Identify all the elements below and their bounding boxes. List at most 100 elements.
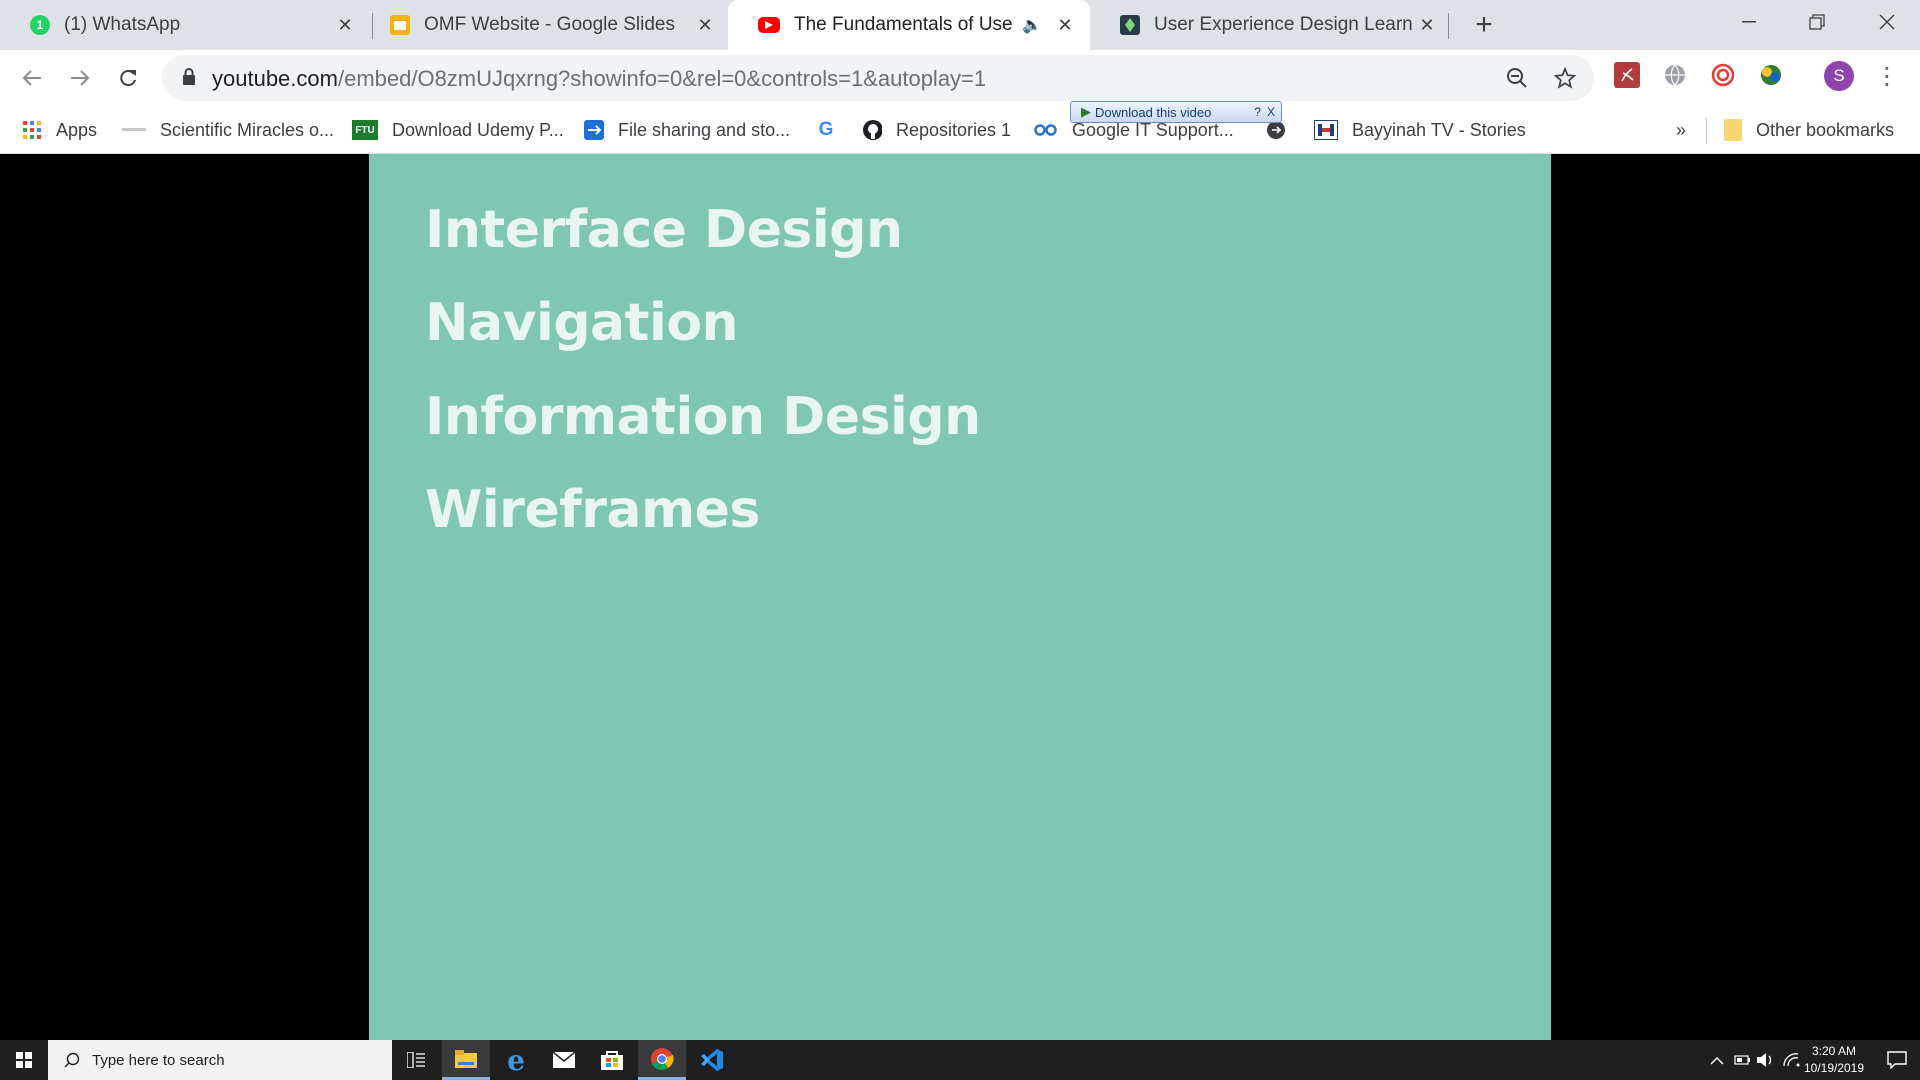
tab-whatsapp[interactable]: 1 (1) WhatsApp ✕ [0, 0, 370, 50]
slide-item: Wireframes [425, 480, 760, 540]
bookmark-apps[interactable]: Apps [22, 116, 97, 144]
slide-item: Interface Design [425, 200, 903, 260]
bookmark-label: Bayyinah TV - Stories [1352, 119, 1526, 140]
tab-badge: 1 [36, 18, 44, 32]
windows-start-button[interactable] [0, 1040, 48, 1080]
youtube-icon [758, 17, 780, 33]
windows-taskbar: Type here to search e 3:20 AM 10/19/2019 [0, 1040, 1920, 1080]
tab-youtube-active[interactable]: The Fundamentals of User Ex 🔈 ✕ [728, 0, 1090, 50]
close-icon[interactable]: ✕ [332, 12, 358, 38]
battery-icon[interactable] [1734, 1040, 1752, 1080]
ftu-icon: FTU [352, 120, 378, 140]
tab-strip: 1 (1) WhatsApp ✕ OMF Website - Google Sl… [0, 0, 1920, 50]
restore-button[interactable] [1786, 0, 1848, 44]
bookmark-label: File sharing and sto... [618, 119, 791, 140]
back-button[interactable] [14, 60, 50, 96]
window-close-button[interactable] [1856, 0, 1918, 44]
overflow-label: » [1676, 119, 1687, 140]
tab-title: (1) WhatsApp [64, 14, 181, 35]
google-label: G [818, 119, 834, 140]
bookmark-star-icon[interactable] [1550, 63, 1580, 93]
google-slides-icon [390, 15, 410, 35]
folder-icon [1724, 119, 1742, 141]
menu-icon[interactable]: ⋮ [1874, 60, 1900, 92]
zoom-icon[interactable] [1502, 63, 1532, 93]
bookmark-google[interactable]: G [816, 116, 836, 144]
bookmark-label: Other bookmarks [1756, 119, 1895, 140]
bookmark-download-udemy[interactable]: FTU Download Udemy P... [352, 116, 564, 144]
pdf-extension-icon[interactable] [1614, 62, 1640, 88]
vscode-icon[interactable] [688, 1040, 736, 1080]
browser-toolbar: youtube.com/embed/O8zmUJqxrng?showinfo=0… [0, 50, 1920, 106]
bookmarks-bar: Apps Scientific Miracles o... FTU Downlo… [0, 106, 1920, 154]
file-sharing-icon [584, 120, 604, 140]
store-icon[interactable] [588, 1040, 636, 1080]
clock-time: 3:20 AM [1811, 1044, 1857, 1058]
url-text: youtube.com/embed/O8zmUJqxrng?showinfo=0… [212, 66, 986, 92]
bookmark-repositories[interactable]: Repositories 1 [862, 116, 1011, 144]
ftu-label: FTU [355, 124, 375, 136]
bookmark-label: Apps [56, 119, 98, 140]
task-view-icon[interactable] [392, 1040, 440, 1080]
play-icon: ▶ [1081, 104, 1091, 119]
bookmarks-divider [1706, 118, 1707, 144]
bookmark-label: Download Udemy P... [392, 119, 564, 140]
new-tab-button[interactable]: + [1466, 7, 1502, 43]
spiral-extension-icon[interactable] [1710, 62, 1736, 88]
mail-icon[interactable] [540, 1040, 588, 1080]
url-domain: youtube.com [212, 66, 338, 91]
slide-item: Information Design [425, 387, 981, 447]
download-video-button[interactable]: Download this video [1095, 105, 1254, 120]
bookmark-bayyinah[interactable]: Bayyinah TV - Stories [1314, 116, 1526, 144]
circle-arrow-icon [1266, 120, 1286, 140]
video-slide: Interface Design Navigation Information … [369, 154, 1551, 1040]
bookmarks-overflow-button[interactable]: » [1676, 116, 1686, 144]
bayyinah-icon [1314, 120, 1338, 140]
minimize-button[interactable] [1718, 0, 1780, 44]
file-explorer-icon[interactable] [442, 1040, 490, 1080]
tab-title: OMF Website - Google Slides [424, 14, 675, 35]
whatsapp-icon: 1 [30, 15, 50, 35]
close-icon[interactable]: ✕ [1414, 12, 1440, 38]
bookmark-other[interactable]: Other bookmarks [1724, 116, 1894, 144]
download-video-popup: ▶ Download this video ? X [1070, 101, 1282, 123]
windows-logo-icon [16, 1052, 32, 1068]
close-icon[interactable]: ✕ [1052, 12, 1078, 38]
volume-icon[interactable] [1756, 1040, 1774, 1080]
colorful-extension-icon[interactable] [1758, 62, 1784, 88]
address-bar[interactable]: youtube.com/embed/O8zmUJqxrng?showinfo=0… [162, 55, 1594, 101]
taskbar-clock[interactable]: 3:20 AM 10/19/2019 [1794, 1043, 1874, 1077]
apps-grid-icon [22, 120, 42, 140]
tab-ux-learning[interactable]: User Experience Design Learning ✕ [1090, 0, 1452, 50]
tab-title: The Fundamentals of User Ex [794, 14, 1013, 35]
bookmark-label: Repositories 1 [896, 119, 1012, 140]
taskbar-search-input[interactable]: Type here to search [48, 1040, 392, 1080]
notification-center-icon[interactable] [1874, 1040, 1920, 1080]
github-icon [862, 120, 882, 140]
speaker-icon[interactable]: 🔈 [1022, 15, 1042, 35]
help-icon[interactable]: ? [1254, 105, 1261, 119]
bookmark-file-sharing[interactable]: File sharing and sto... [584, 116, 790, 144]
avatar-initial: S [1833, 66, 1845, 85]
lock-icon [183, 68, 195, 85]
search-icon [62, 1050, 82, 1070]
reload-button[interactable] [110, 60, 146, 96]
chrome-icon[interactable] [638, 1040, 686, 1080]
search-placeholder: Type here to search [92, 1051, 225, 1069]
google-icon: G [816, 119, 836, 140]
forward-button[interactable] [62, 60, 98, 96]
close-icon[interactable]: ✕ [692, 12, 718, 38]
edge-icon[interactable]: e [492, 1040, 540, 1080]
profile-avatar[interactable]: S [1824, 61, 1854, 91]
slide-item: Navigation [425, 293, 739, 353]
clock-date: 10/19/2019 [1803, 1061, 1865, 1075]
dark-app-icon [1120, 15, 1140, 35]
coursera-icon [1034, 120, 1058, 140]
tab-google-slides[interactable]: OMF Website - Google Slides ✕ [360, 0, 730, 50]
globe-extension-icon[interactable] [1662, 62, 1688, 88]
close-icon[interactable]: X [1267, 105, 1275, 119]
bookmark-scientific-miracles[interactable]: Scientific Miracles o... [122, 116, 334, 144]
show-hidden-icons-button[interactable] [1710, 1040, 1724, 1080]
video-player[interactable]: Interface Design Navigation Information … [0, 154, 1920, 1040]
tab-title: User Experience Design Learning [1154, 14, 1414, 35]
